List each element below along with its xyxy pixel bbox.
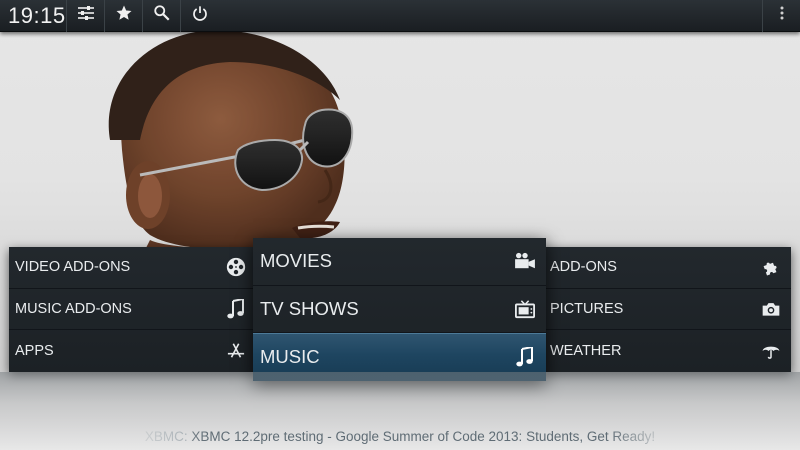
menu-item-label: TV SHOWS xyxy=(260,297,359,319)
favourites-button[interactable] xyxy=(104,0,142,32)
music-note-icon xyxy=(512,344,538,370)
menu-item-label: APPS xyxy=(15,342,54,359)
power-icon xyxy=(192,5,208,26)
menu-item-movies[interactable]: MOVIES xyxy=(253,238,546,286)
main-menu-panel: MOVIES TV SHOWS MUSIC xyxy=(253,238,546,381)
more-options-button[interactable] xyxy=(762,0,800,32)
tv-icon xyxy=(512,296,538,322)
menu-item-label: MUSIC xyxy=(260,346,320,368)
menu-item-addons[interactable]: ADD-ONS xyxy=(544,247,791,289)
video-camera-icon xyxy=(512,248,538,274)
power-button[interactable] xyxy=(180,0,218,32)
settings-button[interactable] xyxy=(66,0,104,32)
right-menu-panel: ADD-ONS PICTURES WEATHER xyxy=(544,247,791,372)
menu-item-weather[interactable]: WEATHER xyxy=(544,330,791,372)
clock: 19:15 xyxy=(8,2,66,28)
sliders-icon xyxy=(77,5,95,26)
left-menu-panel: VIDEO ADD-ONS MUSIC ADD-ONS APPS xyxy=(9,247,256,372)
kebab-menu-icon xyxy=(780,6,784,25)
umbrella-icon xyxy=(758,338,784,364)
menu-item-apps[interactable]: APPS xyxy=(9,330,256,372)
star-icon xyxy=(115,4,133,27)
search-icon xyxy=(153,4,171,27)
menu-item-video-addons[interactable]: VIDEO ADD-ONS xyxy=(9,247,256,289)
menu-item-label: ADD-ONS xyxy=(550,259,617,276)
film-reel-icon xyxy=(223,254,249,280)
music-note-icon xyxy=(223,296,249,322)
search-button[interactable] xyxy=(142,0,180,32)
puzzle-icon xyxy=(758,254,784,280)
menu-item-label: MUSIC ADD-ONS xyxy=(15,300,132,317)
rss-ticker: XBMC: XBMC 12.2pre testing - Google Summ… xyxy=(0,426,800,448)
top-bar: 19:15 xyxy=(0,0,800,32)
app-store-icon xyxy=(223,338,249,364)
camera-icon xyxy=(758,296,784,322)
menu-item-pictures[interactable]: PICTURES xyxy=(544,289,791,331)
menu-item-label: WEATHER xyxy=(550,342,622,359)
menu-item-label: MOVIES xyxy=(260,250,332,272)
menu-item-music-addons[interactable]: MUSIC ADD-ONS xyxy=(9,289,256,331)
menu-item-label: VIDEO ADD-ONS xyxy=(15,259,131,276)
menu-item-tv-shows[interactable]: TV SHOWS xyxy=(253,286,546,334)
menu-item-label: PICTURES xyxy=(550,300,624,317)
ticker-source: XBMC: xyxy=(144,429,188,444)
ticker-message: XBMC 12.2pre testing - Google Summer of … xyxy=(191,429,656,444)
